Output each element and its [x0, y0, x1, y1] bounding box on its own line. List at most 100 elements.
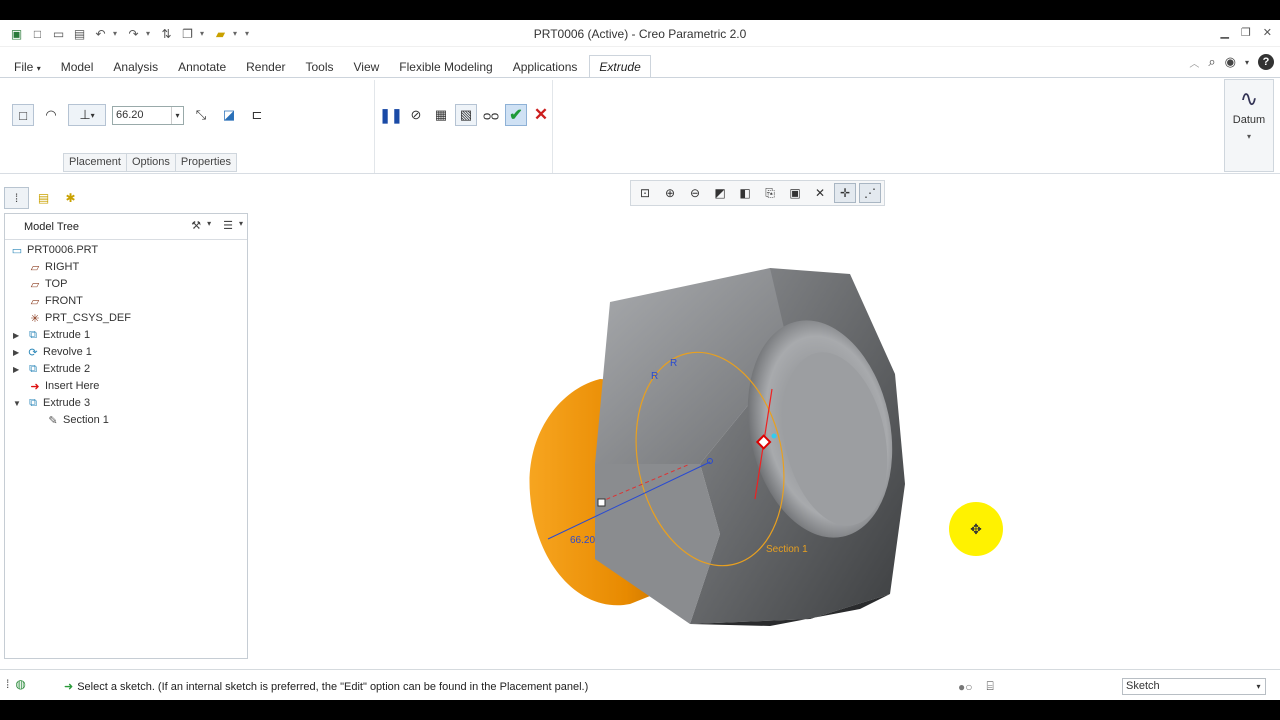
community-icon[interactable]: ◉ [1225, 54, 1236, 70]
favorites-tab-icon[interactable]: ✱ [58, 187, 83, 209]
glasses-icon[interactable]: ᴑᴑ [480, 104, 502, 126]
minimize-icon[interactable]: ▁ [1220, 26, 1228, 39]
tree-item-extrude-3[interactable]: ▼ ⧉ Extrude 3 [13, 395, 90, 411]
tab-model[interactable]: Model [51, 55, 104, 78]
chevron-down-icon[interactable]: ▾ [1252, 679, 1265, 694]
tab-flexible-modeling[interactable]: Flexible Modeling [389, 55, 502, 78]
model-viewport[interactable]: 66.20 Section 1 R R [250, 174, 1280, 660]
expand-icon[interactable]: ▶ [13, 365, 23, 374]
remove-material-icon[interactable]: ◪ [218, 104, 240, 126]
tree-item-part[interactable]: ▭ PRT0006.PRT [9, 242, 98, 258]
dimension-label[interactable]: 66.20 [570, 535, 595, 546]
tree-item-extrude-2[interactable]: ▶ ⧉ Extrude 2 [13, 361, 90, 377]
collapse-icon[interactable]: ▼ [13, 399, 23, 408]
tab-properties[interactable]: Properties [174, 153, 238, 172]
tab-extrude[interactable]: Extrude [589, 55, 651, 78]
restore-icon[interactable]: ❐ [1241, 26, 1251, 39]
tree-item-front[interactable]: ▱ FRONT [27, 293, 83, 309]
model-tree-tab-icon[interactable]: ⁞ [4, 187, 29, 209]
surface-icon[interactable]: ◠ [40, 104, 62, 126]
extrude-options: □ ◠ ⊥ ▾ 66.20 ▾ ⤡ ◪ ⊏ [12, 104, 268, 126]
no-preview-icon[interactable]: ⊘ [405, 104, 427, 126]
part-icon: ▭ [11, 244, 23, 257]
extrude-dashboard: □ ◠ ⊥ ▾ 66.20 ▾ ⤡ ◪ ⊏ ❚❚ ⊘ ▦ ▧ ᴑᴑ ✔ ✕ Pl… [0, 77, 1280, 174]
tree-item-label: Extrude 3 [43, 397, 91, 409]
thicken-sketch-icon[interactable]: ⊏ [246, 104, 268, 126]
chevron-down-icon[interactable]: ▾ [171, 106, 183, 124]
tree-item-section-1[interactable]: ✎ Section 1 [45, 412, 109, 428]
ribbon-right-controls: ︿ ⌕ ◉ ▾ ? [1189, 54, 1274, 70]
close-icon[interactable]: ✕ [1263, 26, 1272, 39]
tree-item-label: Extrude 2 [43, 363, 91, 375]
tab-analysis[interactable]: Analysis [103, 55, 168, 78]
tab-tools[interactable]: Tools [295, 55, 343, 78]
tree-item-label: RIGHT [45, 261, 80, 273]
search-icon[interactable]: ⌕ [1208, 54, 1215, 70]
find-icon[interactable]: ⌸ [987, 679, 994, 694]
tree-item-right[interactable]: ▱ RIGHT [27, 259, 79, 275]
model-tree-title: Model Tree [24, 221, 80, 233]
expand-icon[interactable]: ▶ [13, 331, 23, 340]
status-bar: ⁞ ◍ ➜ Select a sketch. (If an internal s… [0, 669, 1280, 700]
model-tree-header: Model Tree ⚒ ▾ ☰ ▾ [5, 214, 247, 240]
folder-browser-tab-icon[interactable]: ▤ [31, 187, 56, 209]
tab-view[interactable]: View [344, 55, 390, 78]
dashboard-panel-tabs: Placement Options Properties [63, 153, 238, 172]
navigator-toggle-icon[interactable]: ⁞ [6, 677, 9, 691]
datum-button[interactable]: ∿ Datum ▾ [1224, 79, 1274, 172]
datum-label: Datum [1232, 114, 1266, 126]
tab-applications[interactable]: Applications [503, 55, 588, 78]
tab-annotate[interactable]: Annotate [168, 55, 236, 78]
show-icon[interactable]: ☰ [223, 219, 233, 232]
radius-label[interactable]: R [670, 358, 677, 369]
tree-item-label: Section 1 [63, 414, 109, 426]
radius-label[interactable]: R [651, 371, 658, 382]
flip-direction-icon[interactable]: ⤡ [190, 104, 212, 126]
cancel-x-icon[interactable]: ✕ [530, 104, 552, 126]
chevron-down-icon: ▾ [36, 64, 41, 73]
help-icon[interactable]: ? [1258, 54, 1274, 70]
selection-filter[interactable]: Sketch ▾ [1122, 678, 1266, 695]
extrude-icon: ⧉ [29, 362, 37, 375]
tab-file[interactable]: File ▾ [4, 55, 51, 78]
model-tree-panel: Model Tree ⚒ ▾ ☰ ▾ ▭ PRT0006.PRT ▱ RIGHT ▱… [4, 213, 248, 659]
selection-filter-value: Sketch [1126, 680, 1160, 692]
section-label[interactable]: Section 1 [766, 544, 808, 555]
chevron-down-icon[interactable]: ▾ [1245, 58, 1249, 67]
preview-icon[interactable]: ▦ [430, 104, 452, 126]
chevron-down-icon[interactable]: ▾ [207, 219, 211, 232]
tree-item-top[interactable]: ▱ TOP [27, 276, 68, 292]
window-controls: ▁ ❐ ✕ [1220, 26, 1272, 39]
solid-icon[interactable]: □ [12, 104, 34, 126]
window-title: PRT0006 (Active) - Creo Parametric 2.0 [533, 27, 747, 41]
insert-arrow-icon: ➜ [30, 380, 40, 393]
cursor-highlight-icon: ✥ [949, 502, 1003, 556]
tree-item-extrude-1[interactable]: ▶ ⧉ Extrude 1 [13, 327, 90, 343]
status-message: Select a sketch. (If an internal sketch … [77, 680, 589, 693]
chevron-down-icon[interactable]: ▾ [239, 219, 243, 232]
chevron-down-icon: ▾ [1246, 132, 1251, 141]
tree-item-label: FRONT [45, 295, 83, 307]
apply-check-icon[interactable]: ✔ [505, 104, 527, 126]
tree-item-insert-here[interactable]: ➜ Insert Here [27, 378, 99, 394]
depth-value-input[interactable]: 66.20 ▾ [112, 105, 184, 125]
tab-placement[interactable]: Placement [63, 153, 127, 172]
browser-toggle-icon[interactable]: ◍ [15, 677, 25, 691]
settings-icon[interactable]: ⚒ [191, 219, 201, 232]
graphics-window[interactable]: ⊡ ⊕ ⊖ ◩ ◧ ⎘ ▣ ✕ ✛ ⋰ 66.20 Section 1 R R [250, 174, 1280, 660]
prompt-arrow-icon: ➜ [64, 681, 74, 693]
navigator-tabs: ⁞ ▤ ✱ [4, 187, 83, 209]
depth-blind-icon[interactable]: ⊥ ▾ [68, 104, 106, 126]
minimize-ribbon-icon[interactable]: ︿ [1189, 55, 1199, 70]
divider [374, 80, 375, 173]
drag-handle[interactable] [597, 498, 606, 507]
pause-icon[interactable]: ❚❚ [379, 104, 402, 126]
expand-icon[interactable]: ▶ [13, 348, 23, 357]
extrude-icon: ⧉ [29, 396, 37, 409]
verify-icon[interactable]: ▧ [455, 104, 477, 126]
tab-options[interactable]: Options [125, 153, 176, 172]
tab-file-label: File [14, 60, 34, 74]
tab-render[interactable]: Render [236, 55, 295, 78]
tree-item-revolve-1[interactable]: ▶ ⟳ Revolve 1 [13, 344, 92, 360]
tree-item-csys[interactable]: ✳ PRT_CSYS_DEF [27, 310, 131, 326]
